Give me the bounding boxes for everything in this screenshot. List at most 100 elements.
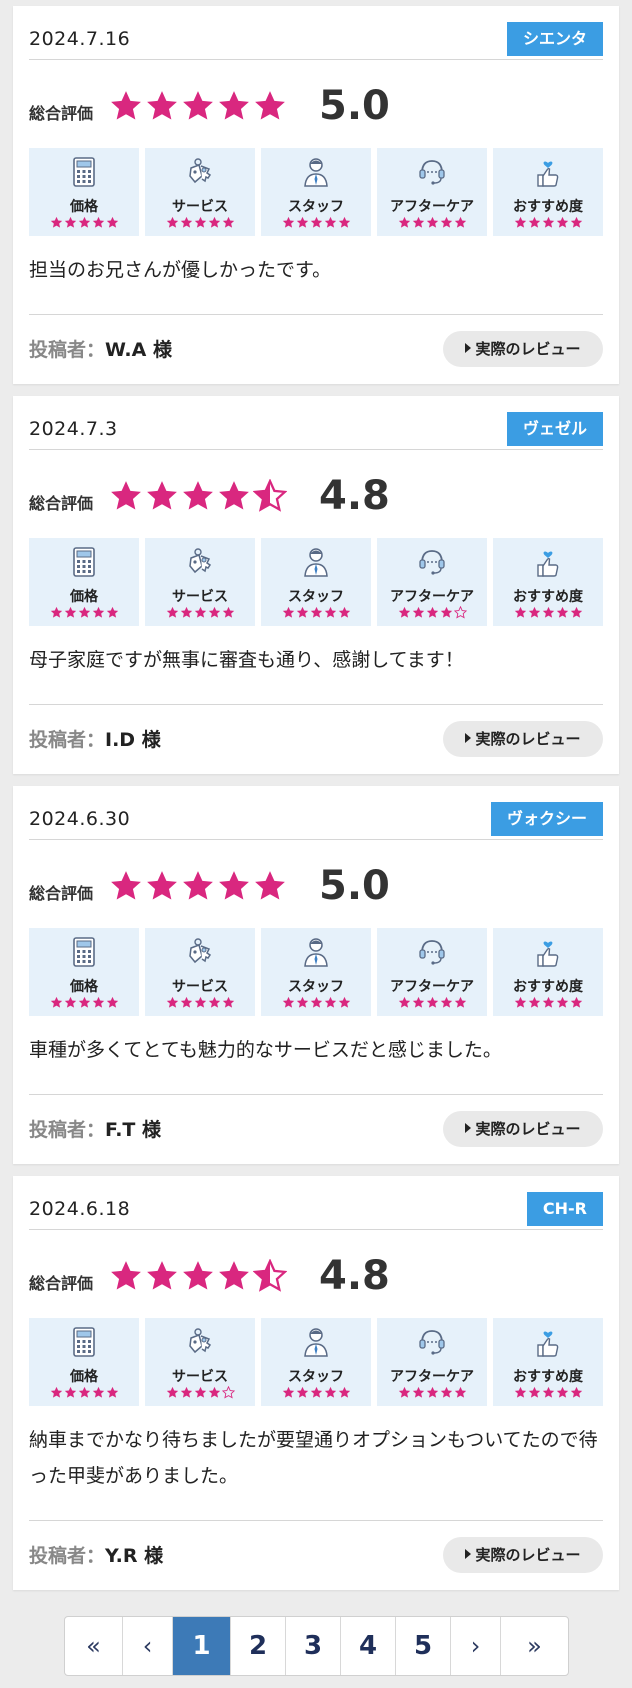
overall-label: 総合評価 — [29, 884, 94, 903]
review-comment: 母子家庭ですが無事に審査も通り、感謝してます！ — [29, 649, 464, 671]
star-full-icon — [183, 871, 213, 900]
staff-icon — [304, 1328, 328, 1357]
star-full-icon — [296, 996, 308, 1008]
star-full-icon — [147, 481, 177, 510]
star-full-icon — [180, 1386, 192, 1398]
star-full-icon — [282, 996, 294, 1008]
actual-review-label: 実際のレビュー — [475, 340, 581, 358]
triangle-right-icon — [465, 1549, 472, 1559]
review-header: 2024.6.18 CH-R — [29, 1192, 603, 1230]
poster-name: F.T 様 — [105, 1119, 161, 1141]
poster-name: W.A 様 — [105, 339, 172, 361]
actual-review-button[interactable]: 実際のレビュー — [443, 331, 603, 367]
star-full-icon — [147, 91, 177, 120]
star-full-icon — [542, 1386, 554, 1398]
review-footer: 投稿者：F.T 様 実際のレビュー — [29, 1094, 603, 1162]
review-header: 2024.7.3 ヴェゼル — [29, 412, 603, 450]
star-full-icon — [255, 871, 285, 900]
star-full-icon — [556, 216, 568, 228]
calculator-icon — [73, 157, 95, 187]
star-full-icon — [398, 216, 410, 228]
page-1-button[interactable]: 1 — [173, 1617, 231, 1675]
poster: 投稿者：I.D 様 — [29, 725, 161, 752]
car-model-badge[interactable]: シエンタ — [506, 22, 603, 56]
category-stars — [261, 216, 371, 229]
review-header: 2024.6.30 ヴォクシー — [29, 802, 603, 840]
category-label: サービス — [172, 589, 228, 605]
review-date: 2024.6.30 — [29, 808, 131, 830]
category-label: 価格 — [70, 589, 98, 605]
prev-page-button[interactable]: ‹ — [123, 1617, 173, 1675]
actual-review-button[interactable]: 実際のレビュー — [443, 1537, 603, 1573]
thumbs-up-heart-icon — [537, 1331, 559, 1357]
star-full-icon — [398, 606, 410, 618]
car-model-badge[interactable]: ヴェゼル — [506, 412, 603, 446]
overall-stars — [109, 472, 289, 520]
category-label: 価格 — [70, 979, 98, 995]
keys-icon — [189, 548, 212, 574]
star-full-icon — [208, 216, 220, 228]
review-card: 2024.7.16 シエンタ 総合評価 5.0 価格 サービス スタッフ アフターケア… — [13, 6, 619, 384]
category-stars — [145, 1386, 255, 1399]
last-page-button[interactable]: » — [501, 1617, 568, 1675]
overall-label: 総合評価 — [29, 104, 94, 123]
star-full-icon — [183, 1261, 213, 1290]
category-rating: スタッフ — [261, 928, 371, 1016]
star-full-icon — [570, 996, 582, 1008]
actual-review-button[interactable]: 実際のレビュー — [443, 721, 603, 757]
staff-icon — [304, 938, 328, 967]
first-page-button[interactable]: « — [65, 1617, 123, 1675]
star-full-icon — [92, 996, 104, 1008]
category-stars — [145, 606, 255, 619]
category-ratings: 価格 サービス スタッフ アフターケア おすすめ度 — [29, 928, 603, 1016]
staff-icon — [304, 158, 328, 187]
page-4-button[interactable]: 4 — [341, 1617, 396, 1675]
overall-rating: 総合評価 4.8 — [29, 472, 589, 520]
review-footer: 投稿者：Y.R 様 実際のレビュー — [29, 1520, 603, 1588]
overall-rating: 総合評価 5.0 — [29, 82, 589, 130]
star-full-icon — [296, 1386, 308, 1398]
page-3-button[interactable]: 3 — [286, 1617, 341, 1675]
overall-score: 5.0 — [319, 863, 390, 909]
star-full-icon — [412, 606, 424, 618]
star-full-icon — [338, 606, 350, 618]
star-full-icon — [50, 216, 62, 228]
star-full-icon — [570, 606, 582, 618]
star-full-icon — [106, 996, 118, 1008]
thumbs-up-heart-icon — [537, 941, 559, 967]
car-model-badge[interactable]: CH-R — [526, 1192, 603, 1226]
page-5-button[interactable]: 5 — [396, 1617, 451, 1675]
star-full-icon — [111, 871, 141, 900]
star-full-icon — [454, 216, 466, 228]
poster: 投稿者：Y.R 様 — [29, 1541, 163, 1568]
thumbs-up-heart-icon — [537, 161, 559, 187]
star-full-icon — [514, 996, 526, 1008]
overall-rating: 総合評価 5.0 — [29, 862, 589, 910]
review-date: 2024.7.16 — [29, 28, 131, 50]
actual-review-button[interactable]: 実際のレビュー — [443, 1111, 603, 1147]
star-full-icon — [528, 606, 540, 618]
star-full-icon — [64, 1386, 76, 1398]
star-full-icon — [324, 216, 336, 228]
overall-label: 総合評価 — [29, 1274, 94, 1293]
category-label: サービス — [172, 979, 228, 995]
star-full-icon — [208, 1386, 220, 1398]
page-2-button[interactable]: 2 — [231, 1617, 286, 1675]
triangle-right-icon — [465, 343, 472, 353]
keys-icon — [189, 1328, 212, 1354]
star-full-icon — [570, 216, 582, 228]
review-date: 2024.6.18 — [29, 1198, 131, 1220]
star-full-icon — [194, 606, 206, 618]
poster-name: Y.R 様 — [105, 1545, 164, 1567]
next-page-button[interactable]: › — [451, 1617, 501, 1675]
star-full-icon — [556, 1386, 568, 1398]
review-date: 2024.7.3 — [29, 418, 118, 440]
category-label: アフターケア — [390, 589, 474, 605]
star-full-icon — [106, 216, 118, 228]
car-model-badge[interactable]: ヴォクシー — [490, 802, 603, 836]
category-label: おすすめ度 — [513, 979, 583, 995]
star-full-icon — [111, 1261, 141, 1290]
poster: 投稿者：W.A 様 — [29, 335, 172, 362]
keys-icon — [189, 158, 212, 184]
review-footer: 投稿者：W.A 様 実際のレビュー — [29, 314, 603, 382]
